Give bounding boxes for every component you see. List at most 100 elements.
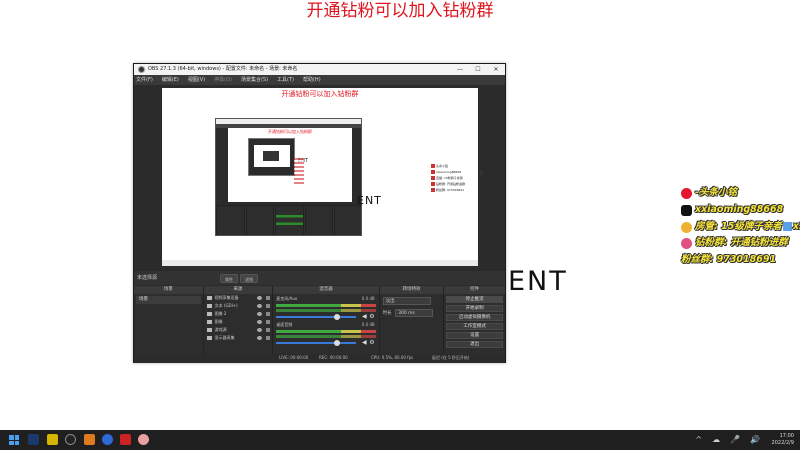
canvas-banner-text: 开通钻粉可以加入钻粉群: [281, 90, 359, 98]
mixer-dock: 混音器 麦克风/Aux 0.0 dB ◀ ⚙ 桌面音频 0.0 dB ◀ ⚙: [273, 286, 379, 363]
menu-view[interactable]: 视图(V): [188, 75, 205, 85]
volume-meter: [276, 309, 376, 312]
duration-input[interactable]: 300 ms: [395, 309, 434, 317]
source-item[interactable]: 图像: [204, 318, 273, 326]
windows-taskbar: ^ ☁ 🎤 🔊 17:00 2022/2/9: [0, 430, 800, 450]
nested-obs-capture: 开通钻粉可以加入钻粉群 ENT: [215, 118, 362, 236]
canvas-social-line: 粉丝群: 973018691: [431, 187, 477, 193]
eye-icon[interactable]: [257, 312, 263, 316]
source-item[interactable]: 游戏源: [204, 326, 273, 334]
preview-canvas[interactable]: 开通钻粉可以加入钻粉群 开通钻粉可以加入钻粉群 ENT 头条小铭 xxiaomi…: [162, 88, 478, 266]
volume-meter: [276, 335, 376, 338]
studio-mode-button[interactable]: 工作室模式: [446, 322, 503, 330]
controls-dock-title: 控件: [444, 286, 505, 294]
close-button[interactable]: ✕: [487, 64, 505, 75]
eye-icon[interactable]: [257, 336, 263, 340]
ent-text: ENT: [508, 266, 568, 297]
lock-icon[interactable]: [266, 320, 271, 324]
gear-icon[interactable]: ⚙: [369, 340, 374, 346]
rec-timer: REC: 00:00:00: [319, 355, 348, 360]
start-recording-button[interactable]: 开始录制: [446, 304, 503, 312]
minimize-button[interactable]: —: [451, 64, 469, 75]
live-timer: LIVE: 00:00:00: [279, 355, 309, 360]
stop-streaming-button[interactable]: 停止推流: [446, 295, 503, 303]
transitions-dock: 转场特效 淡出 时长 300 ms: [379, 286, 444, 363]
duration-label: 时长: [382, 311, 392, 316]
media-icon[interactable]: [120, 434, 131, 445]
mixer-dock-title: 混音器: [273, 286, 379, 294]
lock-icon[interactable]: [266, 296, 271, 300]
mixer-channel-db: 0.0 dB: [361, 322, 375, 327]
source-item[interactable]: 视频采集设备: [204, 294, 273, 302]
exit-button[interactable]: 退出: [446, 340, 503, 348]
transition-select[interactable]: 淡出: [382, 297, 431, 305]
cloud-icon[interactable]: ☁: [712, 435, 720, 445]
fan-badge-icon: [681, 221, 692, 233]
badge-icon: [782, 221, 792, 231]
controls-dock: 控件 停止推流 开始录制 启动虚拟摄像机 工作室模式 设置 退出: [444, 286, 505, 363]
source-item[interactable]: 图像 2: [204, 310, 273, 318]
dock-panels: 场景 场景 + − ∧ ∨ 来源 视频采集设备 文本 (GDI+) 图像 2 图…: [134, 286, 505, 363]
tray-overflow-icon[interactable]: ^: [695, 435, 702, 445]
menu-file[interactable]: 文件(F): [136, 75, 153, 85]
system-tray: ^ ☁ 🎤 🔊: [695, 435, 760, 445]
volume-meter: [276, 330, 376, 333]
sources-dock-title: 来源: [203, 286, 273, 294]
social-weibo: -头条小铭: [680, 185, 800, 202]
clock[interactable]: 17:00 2022/2/9: [772, 433, 794, 447]
menu-tools[interactable]: 工具(T): [277, 75, 294, 85]
game-icon[interactable]: [47, 434, 58, 445]
canvas-social-list: 头条小铭 xxiaoming88668 直播: 15粉牌子亲者 钻粉群: 开通钻…: [431, 163, 477, 195]
eye-icon[interactable]: [257, 320, 263, 324]
microphone-icon[interactable]: 🎤: [730, 435, 740, 445]
lock-icon[interactable]: [266, 304, 271, 308]
preview-area[interactable]: 开通钻粉可以加入钻粉群 开通钻粉可以加入钻粉群 ENT 头条小铭 xxiaomi…: [134, 85, 505, 269]
steam-icon[interactable]: [28, 434, 39, 445]
stream-delay: 延迟 (在 5 秒后开始): [432, 355, 470, 360]
eye-icon[interactable]: [257, 304, 263, 308]
volume-slider[interactable]: ◀ ⚙: [276, 340, 375, 346]
transitions-dock-title: 转场特效: [379, 286, 444, 294]
diamond-icon: [681, 238, 692, 250]
speaker-icon[interactable]: 🔊: [750, 435, 760, 445]
menu-help[interactable]: 帮助(H): [303, 75, 321, 85]
eye-icon[interactable]: [257, 328, 263, 332]
maximize-button[interactable]: ☐: [469, 64, 487, 75]
properties-button[interactable]: 属性: [220, 274, 238, 283]
mixer-channel-name: 麦克风/Aux: [276, 296, 298, 301]
eye-icon[interactable]: [257, 296, 263, 300]
start-icon[interactable]: [9, 435, 19, 445]
obs-icon[interactable]: [65, 434, 76, 445]
clock-time: 17:00: [779, 433, 794, 439]
menu-edit[interactable]: 编辑(E): [162, 75, 179, 85]
mouse-cursor-icon: [477, 168, 485, 176]
source-item[interactable]: 文本 (GDI+): [204, 302, 273, 310]
canvas-ent-text: ENT: [357, 194, 382, 207]
obs-titlebar[interactable]: OBS 27.1.3 (64-bit, windows) - 配置文件: 未命名…: [134, 64, 505, 75]
lock-icon[interactable]: [266, 336, 271, 340]
nested-canvas: 开通钻粉可以加入钻粉群 ENT: [228, 128, 352, 202]
canvas-taskbar: [162, 260, 478, 266]
obs-title: OBS 27.1.3 (64-bit, windows) - 配置文件: 未命名…: [148, 66, 298, 72]
speaker-icon[interactable]: ◀: [362, 340, 367, 346]
scene-item[interactable]: 场景: [136, 296, 201, 304]
app2-icon[interactable]: [138, 434, 149, 445]
menu-scene-collection[interactable]: 场景集合(S): [241, 75, 268, 85]
virtual-camera-button[interactable]: 启动虚拟摄像机: [446, 313, 503, 321]
social-diamond: 钻粉群: 开通钻粉进群: [680, 235, 800, 252]
browser-icon[interactable]: [102, 434, 113, 445]
source-item[interactable]: 显示器采集: [204, 334, 273, 342]
scenes-dock: 场景 场景 + − ∧ ∨: [134, 286, 203, 363]
top-banner-text: 开通钻粉可以加入钻粉群: [306, 1, 494, 21]
no-source-label: 未选择源: [137, 275, 158, 281]
nested-inner-capture: [248, 138, 295, 176]
scenes-dock-title: 场景: [134, 286, 203, 294]
lock-icon[interactable]: [266, 328, 271, 332]
filters-button[interactable]: 滤镜: [240, 274, 258, 283]
menu-docks[interactable]: 停靠(D): [214, 75, 232, 85]
lock-icon[interactable]: [266, 312, 271, 316]
settings-button[interactable]: 设置: [446, 331, 503, 339]
slider-knob[interactable]: [334, 340, 341, 346]
app-icon[interactable]: [84, 434, 95, 445]
obs-window[interactable]: OBS 27.1.3 (64-bit, windows) - 配置文件: 未命名…: [133, 63, 506, 363]
